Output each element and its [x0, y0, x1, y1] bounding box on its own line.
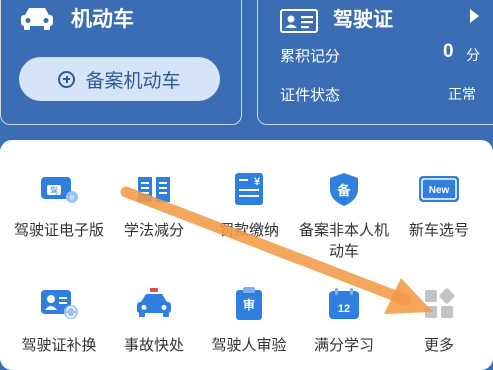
chevron-right-icon[interactable]	[470, 9, 479, 23]
vehicle-card[interactable]: 机动车 备案机动车	[0, 0, 242, 125]
service-label: 学法减分	[123, 222, 184, 239]
service-label: 驾驶证补换	[21, 337, 97, 354]
more-grid-icon	[425, 288, 455, 318]
service-label: 事故快处	[123, 337, 184, 354]
driver-license-card-icon: 驾 e	[41, 177, 78, 203]
calendar-day-text: 12	[338, 303, 350, 315]
service-label: 驾驶证电子版	[13, 222, 104, 239]
service-label: 罚款缴纳	[218, 222, 279, 239]
car-icon	[21, 8, 53, 30]
accident-car-icon	[137, 288, 171, 317]
service-driver-inspection[interactable]: 审 驾驶人审验	[201, 286, 297, 356]
new-plate-icon: New	[419, 176, 459, 202]
service-license-renew[interactable]: 驾驶证补换	[11, 286, 107, 356]
points-value: 0	[443, 41, 454, 62]
badge-jia-text: 驾	[50, 186, 58, 196]
service-fine-payment[interactable]: ¥ 罚款缴纳	[201, 171, 297, 241]
license-title: 驾驶证	[333, 9, 393, 31]
service-label: 满分学习	[313, 337, 374, 354]
service-new-car-plate[interactable]: New 新车选号	[391, 171, 487, 241]
service-study-deduct[interactable]: 学法减分	[106, 171, 202, 241]
register-vehicle-button[interactable]: 备案机动车	[19, 57, 220, 101]
service-label: 驾驶人审验	[211, 337, 287, 354]
status-value: 正常	[448, 86, 476, 102]
badge-bei-text: 备	[336, 183, 351, 198]
points-unit: 分	[466, 47, 480, 63]
service-label: 备案非本人机动车	[298, 222, 389, 260]
register-shield-icon: 备	[330, 173, 358, 206]
fine-receipt-icon: ¥	[235, 173, 263, 205]
inspect-char-text: 审	[243, 297, 255, 312]
id-card-icon	[280, 9, 318, 33]
status-label: 证件状态	[280, 87, 341, 104]
badge-new-text: New	[429, 185, 450, 196]
license-renew-icon	[41, 290, 78, 319]
service-register-other-vehicle[interactable]: 备 备案非本人机动车	[296, 171, 392, 262]
points-label: 累积记分	[280, 48, 341, 65]
vehicle-title: 机动车	[71, 8, 134, 31]
inspection-clipboard-icon: 审	[236, 287, 262, 320]
service-accident-quick[interactable]: 事故快处	[106, 286, 202, 356]
calendar-12-icon: 12	[329, 288, 359, 319]
service-more[interactable]: 更多	[391, 286, 487, 356]
services-panel: 驾 e 驾驶证电子版 学法减分 ¥ 罚款缴纳 备 备案非本人机动车 New 新车…	[0, 140, 493, 370]
receipt-yen-text: ¥	[254, 176, 261, 188]
license-card[interactable]: 驾驶证 累积记分 0 分 证件状态 正常	[257, 0, 493, 125]
service-label: 更多	[423, 337, 454, 354]
service-driver-license-e[interactable]: 驾 e 驾驶证电子版	[11, 171, 107, 241]
service-full-score-study[interactable]: 12 满分学习	[296, 286, 392, 356]
service-label: 新车选号	[408, 222, 469, 239]
register-vehicle-label: 备案机动车	[85, 70, 181, 92]
svg-text:e: e	[70, 193, 75, 202]
open-book-icon	[138, 177, 170, 202]
plus-circle-icon	[58, 70, 76, 88]
